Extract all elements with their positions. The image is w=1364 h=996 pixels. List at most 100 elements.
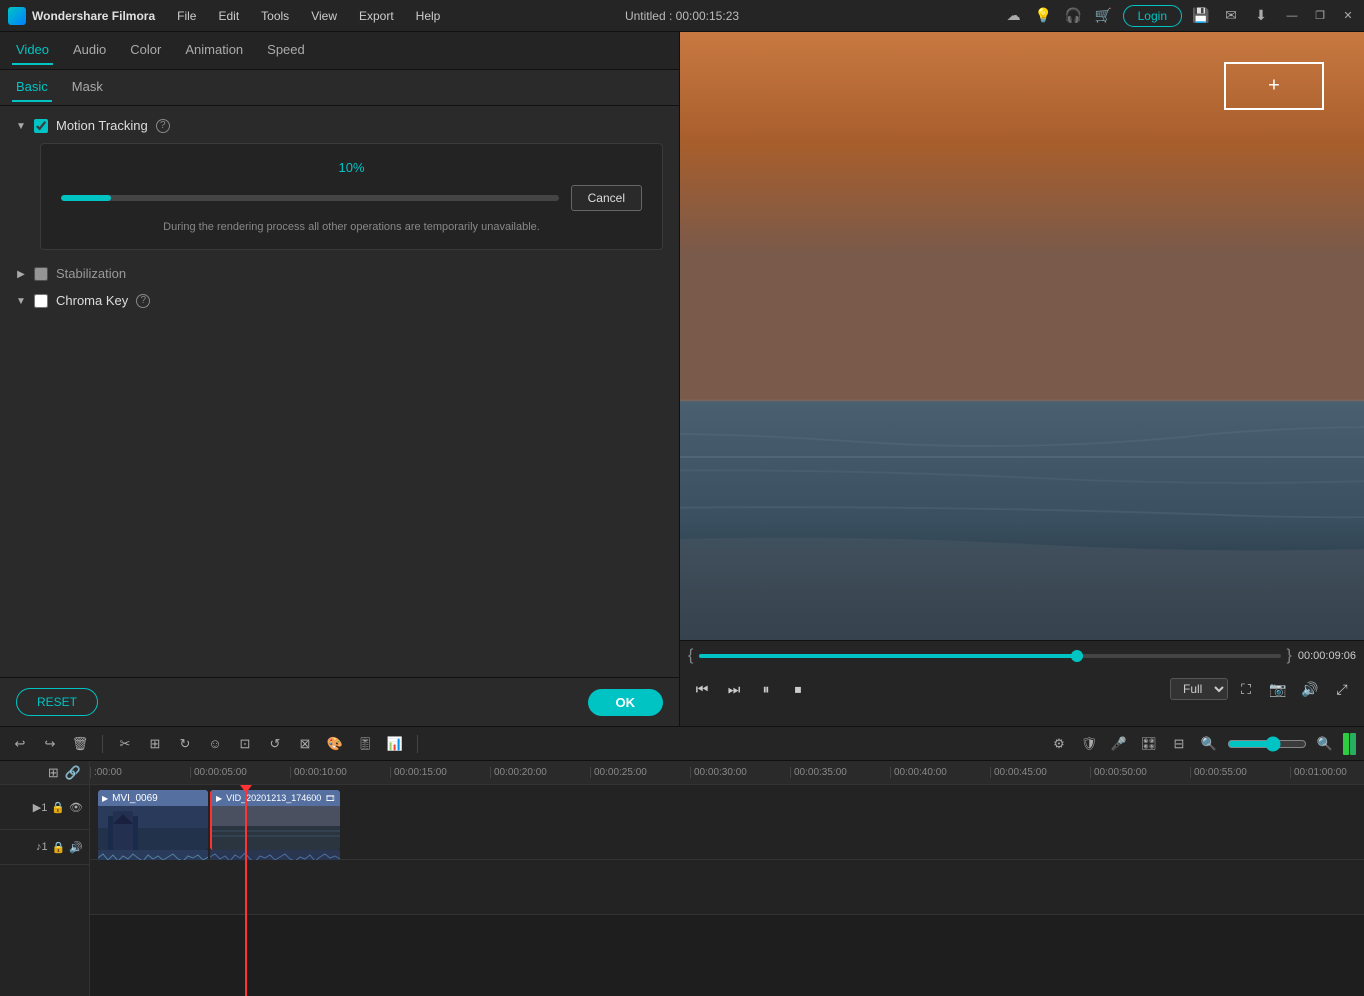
video-track: ▶ MVI_0069 [90, 785, 1364, 860]
menu-export[interactable]: Export [349, 6, 404, 26]
login-button[interactable]: Login [1123, 5, 1182, 27]
seek-track[interactable] [699, 654, 1280, 658]
rotate-button[interactable]: ↻ [173, 732, 197, 756]
tab-animation[interactable]: Animation [181, 36, 247, 65]
zoom-slider[interactable] [1227, 736, 1307, 752]
mic-icon[interactable]: 🎤 [1107, 732, 1131, 756]
color-btn[interactable]: 🎨 [323, 732, 347, 756]
menu-edit[interactable]: Edit [208, 6, 249, 26]
shield-icon[interactable]: 🛡 [1077, 732, 1101, 756]
menu-view[interactable]: View [301, 6, 347, 26]
audio-mix-button[interactable]: 🎚 [353, 732, 377, 756]
chroma-key-help-icon[interactable]: ? [136, 294, 150, 308]
video-track-eye-icon[interactable]: 👁 [69, 801, 83, 814]
tab-audio[interactable]: Audio [69, 36, 110, 65]
close-button[interactable]: ✕ [1340, 8, 1356, 24]
clip-1-thumb-svg [98, 806, 208, 850]
headset-icon[interactable]: 🎧 [1063, 5, 1085, 27]
maximize-button[interactable]: ❐ [1312, 8, 1328, 24]
tab-video[interactable]: Video [12, 36, 53, 65]
ok-button[interactable]: OK [588, 689, 664, 716]
audio-track-volume-icon[interactable]: 🔊 [69, 841, 83, 854]
subtab-mask[interactable]: Mask [68, 73, 107, 102]
bracket-left-icon[interactable]: { [688, 647, 693, 665]
motion-tracking-help-icon[interactable]: ? [156, 119, 170, 133]
quality-select[interactable]: Full [1170, 678, 1228, 700]
chroma-key-label: Chroma Key [56, 293, 128, 308]
cut-button[interactable]: ✂ [113, 732, 137, 756]
resize-icon[interactable]: ⤢ [1328, 675, 1356, 703]
progress-fill [61, 195, 111, 201]
video-track-lock-icon[interactable]: 🔒 [51, 801, 65, 814]
cancel-button[interactable]: Cancel [571, 185, 642, 211]
save-icon[interactable]: 💾 [1190, 5, 1212, 27]
undo-button[interactable]: ↩ [8, 732, 32, 756]
replay-button[interactable]: ↺ [263, 732, 287, 756]
motion-tracking-checkbox[interactable] [34, 119, 48, 133]
chroma-key-checkbox[interactable] [34, 294, 48, 308]
sub-tabs-row: Basic Mask [0, 70, 679, 106]
chroma-key-toggle[interactable]: ▼ [16, 296, 26, 306]
cart-icon[interactable]: 🛒 [1093, 5, 1115, 27]
seek-thumb[interactable] [1071, 650, 1083, 662]
redo-button[interactable]: ↪ [38, 732, 62, 756]
cloud-icon[interactable]: ☁ [1003, 5, 1025, 27]
stop-button[interactable]: ⏹ [784, 675, 812, 703]
link-icon[interactable]: 🔗 [65, 765, 81, 781]
audio-track-lock-icon[interactable]: 🔒 [52, 841, 66, 854]
prev-frame-button[interactable]: ⏭ [720, 675, 748, 703]
progress-percent: 10% [61, 160, 642, 175]
tab-speed[interactable]: Speed [263, 36, 309, 65]
mail-icon[interactable]: ✉ [1220, 5, 1242, 27]
motion-tracking-toggle[interactable]: ▼ [16, 121, 26, 131]
panel-bottom: RESET OK [0, 677, 679, 726]
bulb-icon[interactable]: 💡 [1033, 5, 1055, 27]
minimize-button[interactable]: — [1284, 8, 1300, 24]
crop-button[interactable]: ⊞ [143, 732, 167, 756]
ruler-mark-12: 00:01:00:00 [1290, 767, 1364, 778]
clip-vid20201213[interactable]: ▶ VID_20201213_174600 🎞 [210, 790, 340, 850]
ruler-mark-0: :00:00 [90, 767, 190, 778]
audio-levels-button[interactable]: 📊 [383, 732, 407, 756]
stabilization-toggle[interactable]: ▶ [16, 269, 26, 279]
tracking-selection-box[interactable]: + [1224, 62, 1324, 110]
zoom-in-icon[interactable]: 🔍 [1313, 732, 1337, 756]
clip-2-name: VID_20201213_174600 [226, 793, 321, 803]
toolbar-separator-2 [417, 735, 418, 753]
menu-tools[interactable]: Tools [251, 6, 299, 26]
download-icon[interactable]: ⬇ [1250, 5, 1272, 27]
current-time: 00:00:09:06 [1298, 650, 1356, 662]
player-controls: { } 00:00:09:06 ⏮ ⏭ ⏸ ⏹ Full ⛶ 📷 🔊 [680, 640, 1364, 726]
track-labels: ⊞ 🔗 ▶1 🔒 👁 ♪1 🔒 🔊 [0, 761, 90, 996]
play-pause-button[interactable]: ⏸ [752, 675, 780, 703]
zoom-out-icon[interactable]: 🔍 [1197, 732, 1221, 756]
reset-button[interactable]: RESET [16, 688, 98, 716]
pip-button[interactable]: ⊡ [233, 732, 257, 756]
subtab-basic[interactable]: Basic [12, 73, 52, 102]
menu-file[interactable]: File [167, 6, 206, 26]
bracket-right-icon[interactable]: } [1287, 647, 1292, 665]
volume-icon[interactable]: 🔊 [1296, 675, 1324, 703]
skip-to-start-button[interactable]: ⏮ [688, 675, 716, 703]
screenshot-icon[interactable]: 📷 [1264, 675, 1292, 703]
menu-help[interactable]: Help [406, 6, 451, 26]
seek-fill [699, 654, 1077, 658]
controls-row: ⏮ ⏭ ⏸ ⏹ Full ⛶ 📷 🔊 ⤢ [680, 671, 1364, 707]
add-track-icon[interactable]: ⊞ [48, 765, 59, 781]
progress-track [61, 195, 559, 201]
chroma-key-section: ▼ Chroma Key ? [16, 293, 663, 308]
tab-color[interactable]: Color [126, 36, 165, 65]
fullscreen-icon[interactable]: ⛶ [1232, 675, 1260, 703]
audio-edit-icon[interactable]: 🎛 [1137, 732, 1161, 756]
audio-track-row [90, 860, 1364, 915]
transform-button[interactable]: ⊠ [293, 732, 317, 756]
clip-mvi0069[interactable]: ▶ MVI_0069 [98, 790, 208, 850]
effects-button[interactable]: ☺ [203, 732, 227, 756]
settings-icon[interactable]: ⚙ [1047, 732, 1071, 756]
delete-button[interactable]: 🗑 [68, 732, 92, 756]
playhead[interactable] [245, 785, 247, 996]
audio-track-icon: ♪1 [36, 841, 48, 853]
timeline-content: ⊞ 🔗 ▶1 🔒 👁 ♪1 🔒 🔊 :00:00 00:00:05:00 [0, 761, 1364, 996]
split-button[interactable]: ⊟ [1167, 732, 1191, 756]
stabilization-checkbox[interactable] [34, 267, 48, 281]
